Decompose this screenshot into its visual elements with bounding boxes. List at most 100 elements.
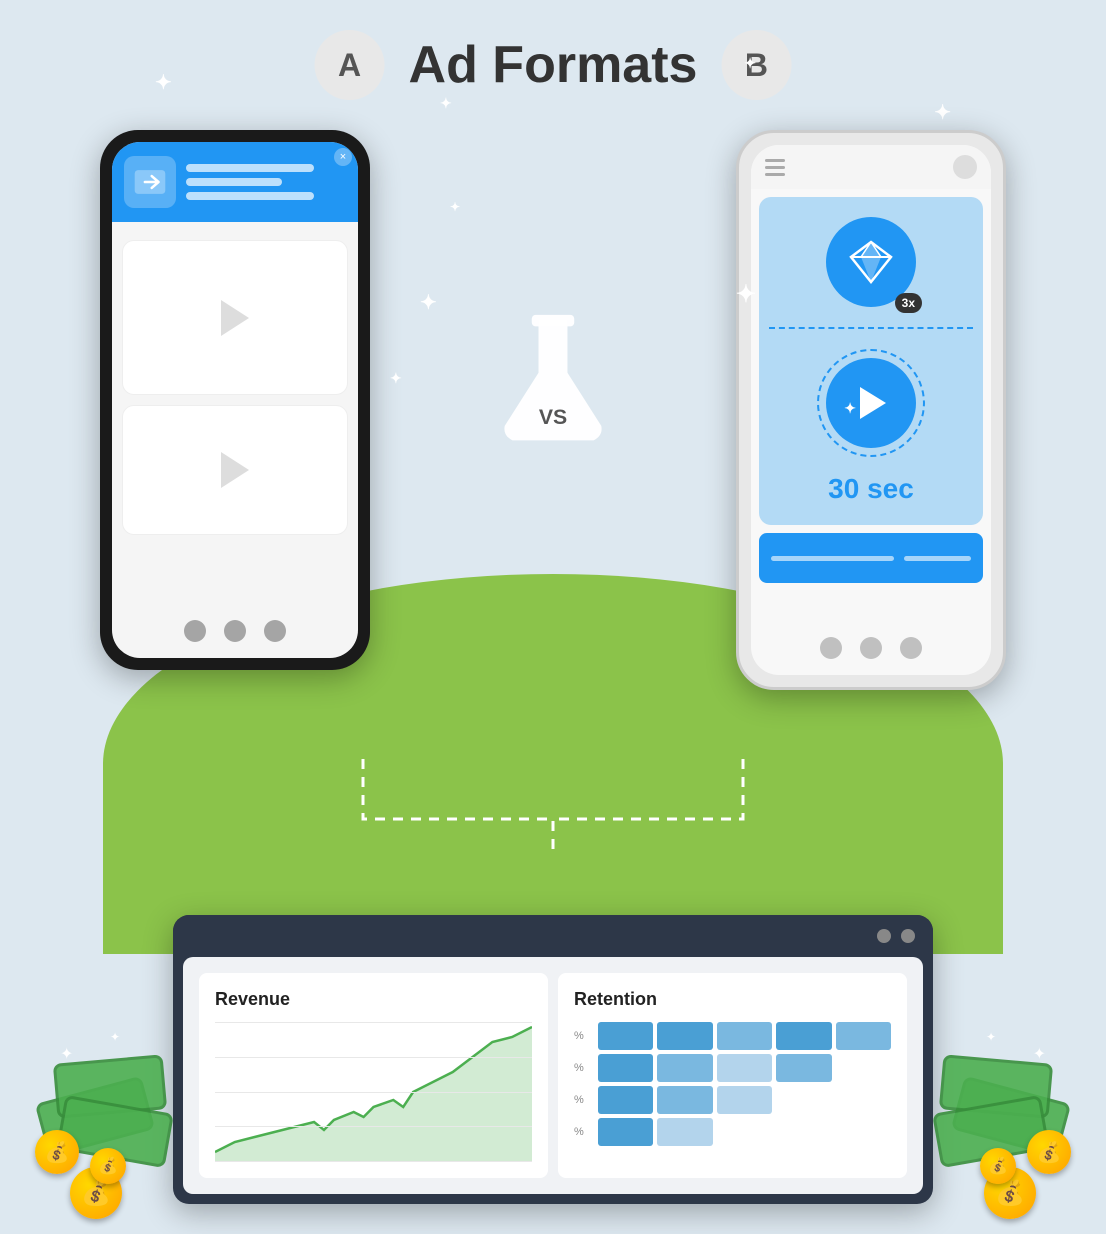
nav-dot-3 [264,620,286,642]
content-card-1 [122,240,348,395]
ad-line-2 [186,178,282,186]
cell-4-2 [657,1118,712,1146]
cell-1-5 [836,1022,891,1050]
star-hill-4: ✦ [844,400,856,417]
ad-line-1 [186,164,314,172]
ad-icon-box [124,156,176,208]
star-money-r2: ✦ [986,1030,996,1044]
cell-3-3 [717,1086,772,1114]
cell-4-5 [836,1118,891,1146]
cell-2-3 [717,1054,772,1082]
play-icon-2 [221,452,249,488]
star-money-l2: ✦ [110,1030,120,1044]
h-line-1 [215,1022,532,1023]
banner-ad[interactable]: × [112,142,358,222]
dashboard-content: Revenue Rete [183,957,923,1194]
cell-1-1 [598,1022,653,1050]
label-pct-4: % [574,1118,594,1146]
money-right: 💰 💰 💰 ✦ ✦ [936,1034,1076,1234]
cell-1-3 [717,1022,772,1050]
badge-b: B [721,30,791,100]
money-left: 💰 💰 💰 ✦ ✦ [30,1034,170,1234]
exit-icon [133,165,167,199]
label-pct-1: % [574,1022,594,1050]
phone-a-screen: × [112,142,358,658]
cell-3-4 [776,1086,831,1114]
coin-left-1: 💰 [35,1130,79,1174]
badge-a: A [315,30,385,100]
phone-a: × [100,130,370,670]
phone-b-nav [751,637,991,659]
revenue-chart [215,1022,532,1162]
cell-2-4 [776,1054,831,1082]
vs-label: VS [539,405,567,429]
cell-3-2 [657,1086,712,1114]
ad-text-lines [186,164,346,200]
phone-a-content [112,230,358,545]
h-line-5 [215,1161,532,1162]
star-hill-3: ✦ [736,280,756,309]
hamburger-menu[interactable] [765,159,785,176]
diamond-container: 3x [826,217,916,307]
retention-panel: Retention % % % [558,973,907,1178]
ad-line-3 [186,192,314,200]
star-money-r1: ✦ [1033,1044,1046,1064]
badge-3x: 3x [895,293,922,313]
revenue-title: Revenue [215,989,532,1010]
dashboard-titlebar [173,915,933,957]
page-title: Ad Formats [409,35,698,95]
star-money-l1: ✦ [60,1044,73,1064]
star-hill-2: ✦ [390,370,402,387]
close-button[interactable]: × [334,148,352,166]
diamond-icon [846,237,896,287]
label-pct-2: % [574,1054,594,1082]
cell-4-4 [776,1118,831,1146]
phone-b-screen: 3x 30 sec [751,145,991,675]
retention-title: Retention [574,989,891,1010]
nav-dot-b-2 [860,637,882,659]
timer-text: 30 sec [828,473,914,505]
coin-right-3: 💰 [980,1148,1016,1184]
retention-grid: % % % % [574,1022,891,1146]
cell-1-2 [657,1022,712,1050]
h-line-2 [215,1057,532,1058]
window-dot-2 [901,929,915,943]
reward-bottom[interactable] [759,533,983,583]
cell-4-1 [598,1118,653,1146]
star-1: ✦ [155,70,172,95]
dashed-separator [769,327,973,329]
dashed-lines [263,749,843,859]
chart-lines [215,1022,532,1162]
phone-b-topbar [751,145,991,189]
label-pct-3: % [574,1086,594,1114]
flask-container: VS [493,310,613,450]
h-line-3 [215,1092,532,1093]
nav-dot-b-1 [820,637,842,659]
cell-2-5 [836,1054,891,1082]
reward-line-2 [904,556,971,561]
cell-1-4 [776,1022,831,1050]
star-4: ✦ [934,100,951,125]
star-hill-1: ✦ [420,290,437,315]
phone-a-nav [112,620,358,642]
h-line-4 [215,1126,532,1127]
phone-b: 3x 30 sec [736,130,1006,690]
star-2: ✦ [440,95,452,112]
nav-dot-1 [184,620,206,642]
cell-2-2 [657,1054,712,1082]
cell-4-3 [717,1118,772,1146]
circle-button[interactable] [953,155,977,179]
cell-2-1 [598,1054,653,1082]
coin-left-3: 💰 [90,1148,126,1184]
play-icon-1 [221,300,249,336]
cell-3-5 [836,1086,891,1114]
phone-b-shell: 3x 30 sec [736,130,1006,690]
star-hill-5: ✦ [450,200,460,214]
star-3: ✦ [744,55,756,72]
cell-3-1 [598,1086,653,1114]
flask-icon: VS [493,310,613,450]
reward-line-1 [771,556,894,561]
revenue-panel: Revenue [199,973,548,1178]
content-card-2 [122,405,348,535]
reward-area: 3x 30 sec [759,197,983,525]
